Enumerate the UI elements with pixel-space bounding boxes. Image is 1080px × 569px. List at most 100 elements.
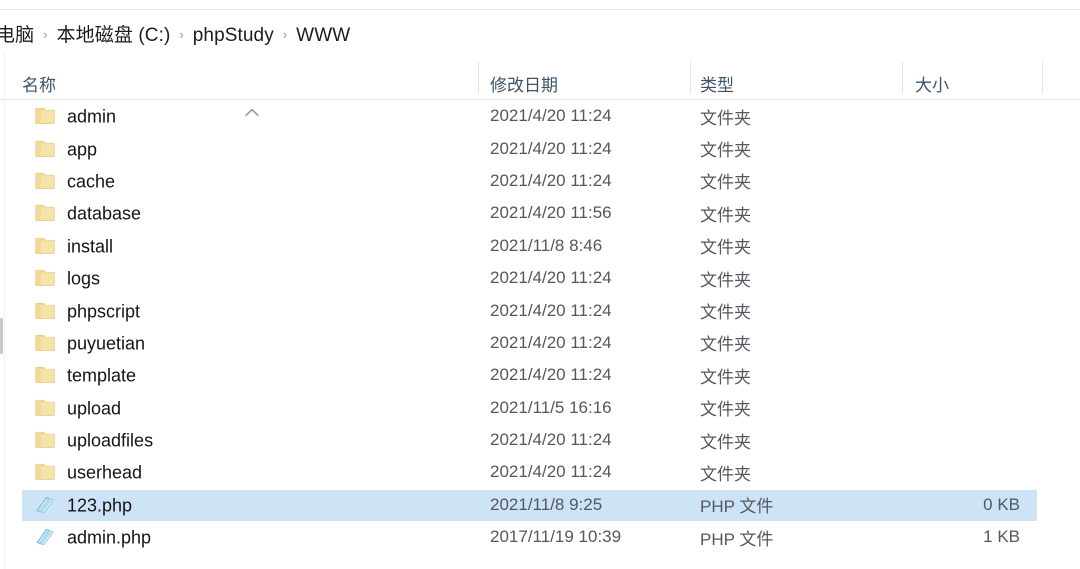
file-name-label: admin.php xyxy=(67,527,152,548)
file-type-cell: PHP 文件 xyxy=(700,497,774,517)
file-size-cell: 0 KB xyxy=(983,494,1020,514)
file-row[interactable]: phpscript 2021/4/20 11:24 文件夹 xyxy=(0,294,1080,326)
column-header-size-label: 大小 xyxy=(915,75,949,95)
folder-icon xyxy=(34,364,56,386)
column-divider[interactable] xyxy=(1042,62,1043,94)
file-name-label: cache xyxy=(67,171,116,192)
column-header-date-modified[interactable]: 修改日期 xyxy=(490,52,690,100)
folder-icon xyxy=(34,300,56,322)
file-date-modified-cell: 2021/4/20 11:24 xyxy=(490,300,612,320)
file-row[interactable]: logs 2021/4/20 11:24 文件夹 xyxy=(0,262,1080,294)
folder-icon xyxy=(34,105,56,127)
file-row[interactable]: userhead 2021/4/20 11:24 文件夹 xyxy=(0,456,1080,488)
file-type-cell: 文件夹 xyxy=(700,108,751,128)
file-type-cell: 文件夹 xyxy=(700,238,751,258)
file-type-cell: 文件夹 xyxy=(700,464,751,484)
file-name-label: upload xyxy=(67,398,122,419)
file-name-cell[interactable]: cache xyxy=(34,165,478,197)
folder-icon xyxy=(34,429,56,451)
file-size-cell xyxy=(900,424,1020,456)
folder-icon xyxy=(34,267,56,289)
breadcrumb-item-local-disk-c[interactable]: 本地磁盘 (C:) xyxy=(57,26,171,45)
file-name-cell[interactable]: logs xyxy=(34,262,478,294)
file-name-label: userhead xyxy=(67,462,143,483)
breadcrumb-item-phpstudy[interactable]: phpStudy xyxy=(193,26,274,45)
file-row[interactable]: 123.php 2021/11/8 9:25 PHP 文件 0 KB xyxy=(0,489,1080,521)
file-size-cell xyxy=(900,294,1020,326)
file-row[interactable]: uploadfiles 2021/4/20 11:24 文件夹 xyxy=(0,424,1080,456)
file-name-cell[interactable]: upload xyxy=(34,392,478,424)
file-date-modified-cell: 2021/4/20 11:24 xyxy=(490,462,612,482)
file-date-modified-cell: 2021/4/20 11:56 xyxy=(490,203,612,223)
file-size-cell xyxy=(900,456,1020,488)
file-size-cell xyxy=(900,165,1020,197)
file-row[interactable]: cache 2021/4/20 11:24 文件夹 xyxy=(0,165,1080,197)
file-name-cell[interactable]: install xyxy=(34,230,478,262)
file-row[interactable]: app 2021/4/20 11:24 文件夹 xyxy=(0,132,1080,164)
file-date-modified-cell: 2021/11/8 9:25 xyxy=(490,494,603,514)
window-top-divider xyxy=(0,9,1080,10)
breadcrumb-separator-icon: › xyxy=(282,26,288,42)
breadcrumb-item-www[interactable]: WWW xyxy=(296,26,350,45)
column-header-size[interactable]: 大小 xyxy=(915,52,1035,100)
file-name-cell[interactable]: userhead xyxy=(34,456,478,488)
breadcrumb-item-computer[interactable]: 电脑 xyxy=(0,26,34,45)
file-row[interactable]: puyuetian 2021/4/20 11:24 文件夹 xyxy=(0,327,1080,359)
file-name-cell[interactable]: uploadfiles xyxy=(34,424,478,456)
file-row[interactable]: database 2021/4/20 11:56 文件夹 xyxy=(0,197,1080,229)
file-date-modified-cell: 2021/4/20 11:24 xyxy=(490,170,612,190)
folder-icon xyxy=(34,170,56,192)
column-header-row: 名称 修改日期 类型 大小 xyxy=(0,52,1080,117)
file-row[interactable]: upload 2021/11/5 16:16 文件夹 xyxy=(0,392,1080,424)
file-size-cell xyxy=(900,359,1020,391)
file-name-label: install xyxy=(67,236,114,257)
file-name-cell[interactable]: admin.php xyxy=(34,521,478,553)
file-type-cell: 文件夹 xyxy=(700,205,751,225)
file-name-cell[interactable]: puyuetian xyxy=(34,327,478,359)
file-name-cell[interactable]: 123.php xyxy=(34,489,478,521)
column-header-name[interactable]: 名称 xyxy=(22,52,478,100)
file-size-cell xyxy=(900,132,1020,164)
file-date-modified-cell: 2021/4/20 11:24 xyxy=(490,268,612,288)
file-name-cell[interactable]: template xyxy=(34,359,478,391)
file-date-modified-cell: 2021/11/5 16:16 xyxy=(490,397,612,417)
file-size-cell xyxy=(900,100,1020,132)
file-name-label: logs xyxy=(67,268,101,289)
column-divider[interactable] xyxy=(478,62,479,94)
file-date-modified-cell: 2021/4/20 11:24 xyxy=(490,138,612,158)
address-bar-breadcrumb[interactable]: 电脑 › 本地磁盘 (C:) › phpStudy › WWW xyxy=(0,20,1080,50)
file-name-cell[interactable]: database xyxy=(34,197,478,229)
file-name-cell[interactable]: app xyxy=(34,132,478,164)
file-date-modified-cell: 2021/4/20 11:24 xyxy=(490,430,612,450)
column-header-type[interactable]: 类型 xyxy=(700,52,900,100)
file-date-modified-cell: 2021/4/20 11:24 xyxy=(490,332,612,352)
file-size-cell xyxy=(900,197,1020,229)
folder-icon xyxy=(34,138,56,160)
breadcrumb-separator-icon: › xyxy=(179,26,184,42)
file-name-label: uploadfiles xyxy=(67,430,154,451)
file-type-cell: 文件夹 xyxy=(700,173,751,193)
file-size-cell xyxy=(900,392,1020,424)
column-divider[interactable] xyxy=(690,62,691,94)
file-size-cell xyxy=(900,230,1020,262)
file-row[interactable]: admin 2021/4/20 11:24 文件夹 xyxy=(0,100,1080,132)
file-name-cell[interactable]: admin xyxy=(34,100,478,132)
file-row[interactable]: install 2021/11/8 8:46 文件夹 xyxy=(0,230,1080,262)
file-name-label: admin xyxy=(67,106,117,127)
file-date-modified-cell: 2021/4/20 11:24 xyxy=(490,365,612,385)
file-name-label: template xyxy=(67,365,137,386)
file-date-modified-cell: 2021/11/8 8:46 xyxy=(490,235,603,255)
file-size-cell: 1 KB xyxy=(983,527,1020,547)
file-row[interactable]: admin.php 2017/11/19 10:39 PHP 文件 1 KB xyxy=(0,521,1080,553)
column-header-type-label: 类型 xyxy=(700,75,734,95)
file-name-cell[interactable]: phpscript xyxy=(34,294,478,326)
php-file-icon xyxy=(34,494,56,516)
file-name-label: 123.php xyxy=(67,495,133,516)
column-divider[interactable] xyxy=(902,62,903,94)
folder-icon xyxy=(34,202,56,224)
file-row[interactable]: template 2021/4/20 11:24 文件夹 xyxy=(0,359,1080,391)
file-type-cell: 文件夹 xyxy=(700,335,751,355)
file-type-cell: PHP 文件 xyxy=(700,529,774,549)
file-type-cell: 文件夹 xyxy=(700,303,751,323)
folder-icon xyxy=(34,235,56,257)
